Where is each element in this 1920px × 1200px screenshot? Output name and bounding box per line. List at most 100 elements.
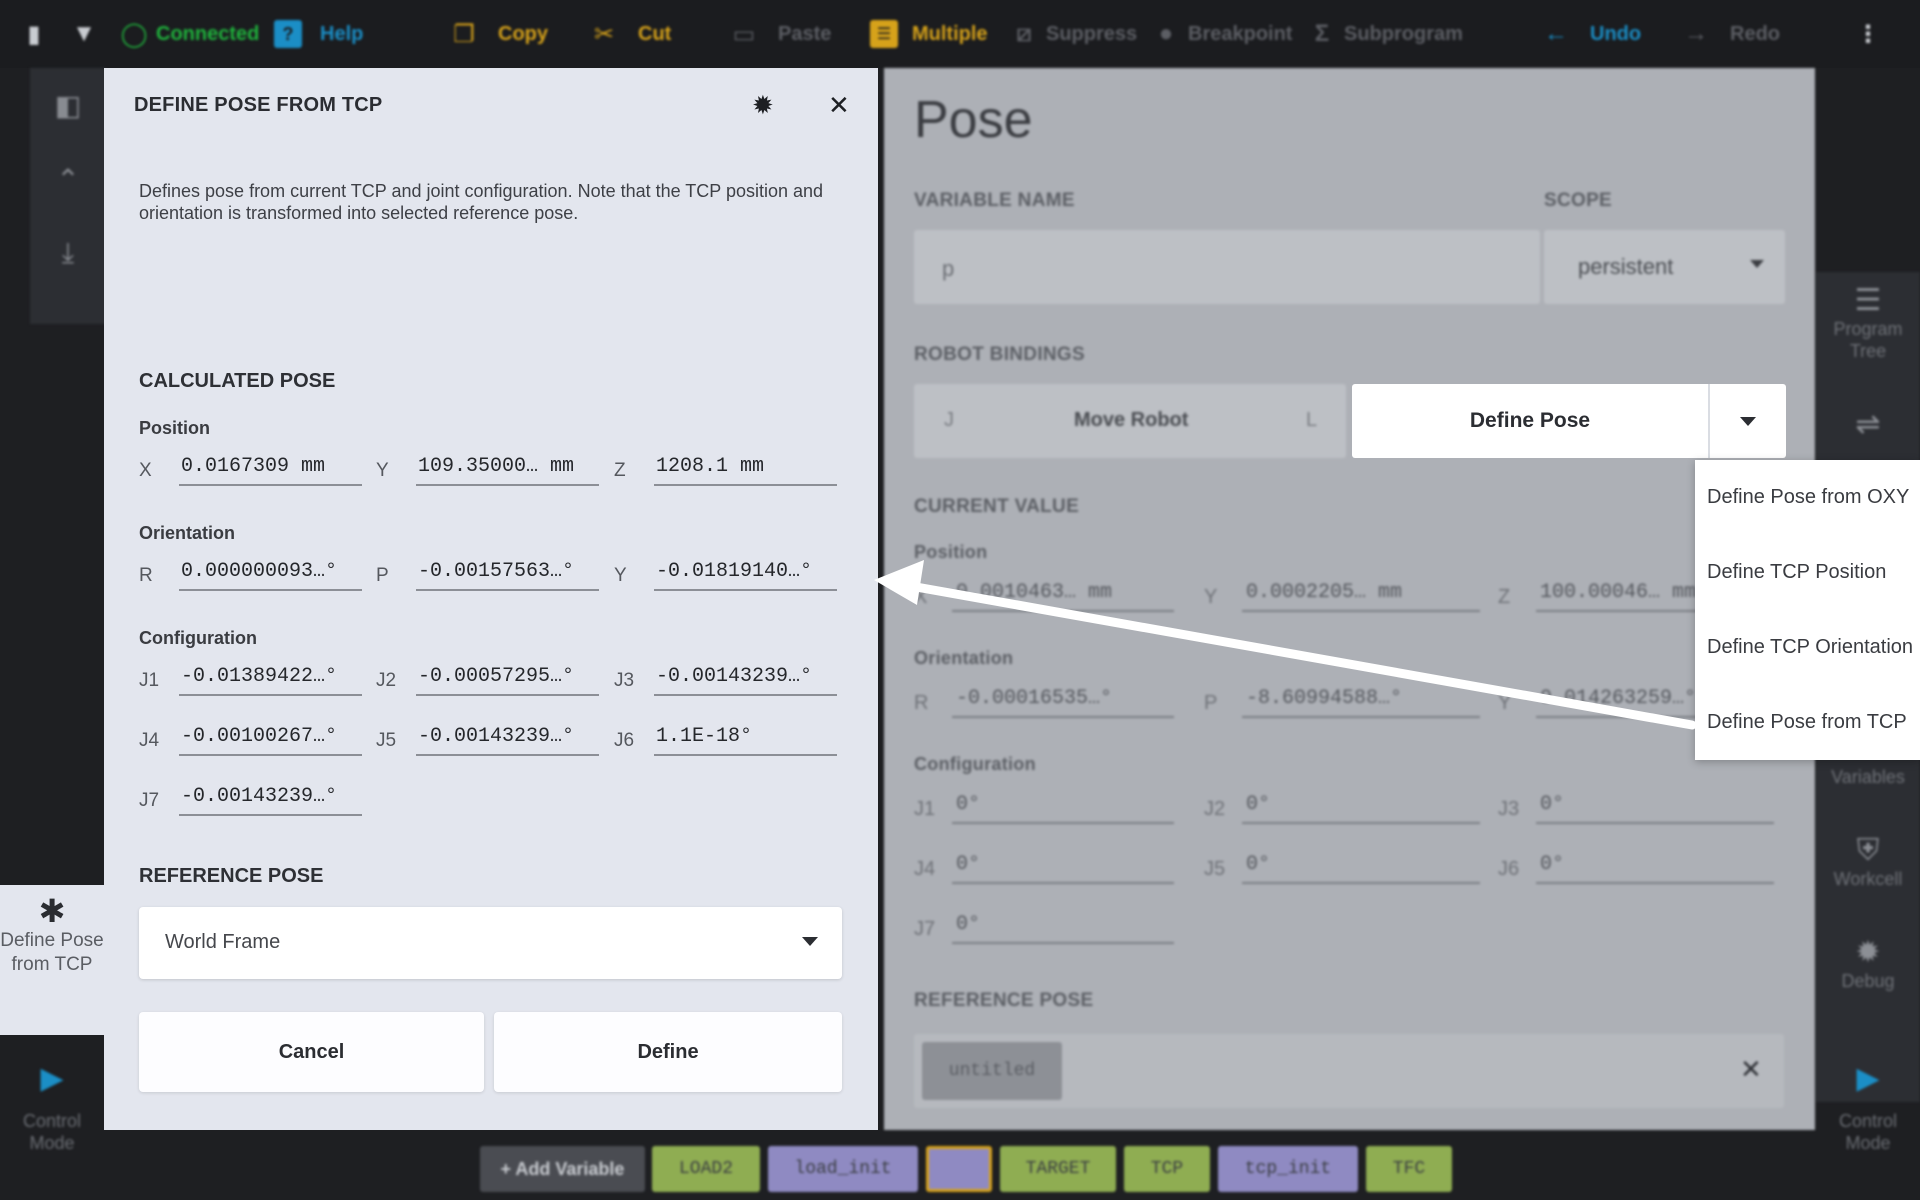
joint-j5-field[interactable]: -0.00143239…° (416, 722, 599, 756)
bg-position-x[interactable]: 0.0010463… mm (952, 578, 1174, 612)
axis-label: R (139, 565, 153, 586)
menu-item-define-pose-from-tcp[interactable]: Define Pose from TCP (1707, 711, 1907, 734)
help-button[interactable]: ? Help (274, 20, 363, 48)
caret-down-icon (802, 937, 818, 946)
subprogram-button[interactable]: Σ Subprogram (1308, 20, 1463, 48)
bg-joint-j3[interactable]: 0° (1536, 790, 1774, 824)
more-menu-button[interactable]: ⋮ (1854, 20, 1882, 48)
subprogram-label: Subprogram (1344, 22, 1463, 45)
joint-j1-field[interactable]: -0.01389422…° (179, 662, 362, 696)
undo-label: Undo (1590, 22, 1642, 45)
bg-joint-j4[interactable]: 0° (952, 850, 1174, 884)
menu-item-define-tcp-orientation[interactable]: Define TCP Orientation (1707, 636, 1913, 659)
orientation-p-field[interactable]: -0.00157563…° (416, 557, 599, 591)
add-variable-button[interactable]: + Add Variable (480, 1146, 645, 1192)
axis-label: X (139, 460, 152, 481)
scope-select[interactable]: persistent (1544, 230, 1785, 304)
pose-title: Pose (914, 91, 1033, 149)
orientation-r-field[interactable]: 0.000000093…° (179, 557, 362, 591)
axis-label: J1 (139, 670, 160, 691)
sigma-icon: Σ (1314, 20, 1330, 47)
define-pose-from-tcp-tab[interactable]: ✱ Define Pose from TCP (0, 885, 104, 1035)
cut-button[interactable]: ✂ Cut (590, 20, 671, 48)
bg-joint-j5[interactable]: 0° (1242, 850, 1480, 884)
download-icon[interactable]: ⤓ (62, 216, 74, 290)
orientation-y-field[interactable]: -0.01819140…° (654, 557, 837, 591)
position-y-field[interactable]: 109.35000… mm (416, 452, 599, 486)
joint-j6-field[interactable]: 1.1E-18° (654, 722, 837, 756)
menu-item-define-tcp-position[interactable]: Define TCP Position (1707, 561, 1886, 584)
bg-axis-label: P (1204, 692, 1218, 714)
multiple-icon: ☰ (870, 20, 898, 48)
joint-j2-field[interactable]: -0.00057295…° (416, 662, 599, 696)
menu-item-define-pose-from-oxy[interactable]: Define Pose from OXY (1707, 486, 1909, 509)
variable-chip[interactable]: TARGET (1000, 1146, 1116, 1192)
bg-axis-label: Z (1498, 586, 1511, 608)
undo-arrow-icon: ← (1544, 20, 1568, 47)
chevron-up-icon[interactable]: ⌃ (56, 142, 79, 216)
variable-name-input[interactable]: p (914, 230, 1540, 304)
position-z-field[interactable]: 1208.1 mm (654, 452, 837, 486)
cancel-button[interactable]: Cancel (139, 1012, 484, 1092)
bug-icon[interactable]: ✹ (752, 90, 774, 121)
variable-chip[interactable]: LOAD2 (652, 1146, 760, 1192)
connected-status[interactable]: ◯ Connected (120, 20, 260, 48)
redo-button[interactable]: → Redo (1682, 20, 1780, 48)
connections-tab[interactable]: ⇌ (1816, 408, 1920, 442)
reference-chip[interactable]: untitled (922, 1042, 1062, 1100)
reference-pose-select[interactable]: World Frame (139, 907, 842, 979)
shield-icon: ⛨ (1856, 834, 1880, 867)
bg-orientation-p[interactable]: -8.60994588…° (1242, 684, 1480, 718)
suppress-button[interactable]: ⧄ Suppress (1010, 20, 1137, 48)
position-x-field[interactable]: 0.0167309 mm (179, 452, 362, 486)
top-toolbar: ▮ ▼ ◯ Connected ? Help ❐ Copy ✂ Cut ▭ Pa… (0, 0, 1920, 68)
variable-chip[interactable]: TFC (1366, 1146, 1452, 1192)
bg-axis-label: J3 (1498, 798, 1520, 820)
axis-label: Y (376, 460, 389, 481)
close-icon[interactable]: ✕ (828, 90, 850, 121)
define-pose-menu: Define Pose from OXY Define TCP Position… (1695, 460, 1920, 760)
define-pose-dropdown-toggle[interactable] (1710, 384, 1786, 458)
workcell-tab[interactable]: ⛨ Workcell (1816, 834, 1920, 890)
copy-button[interactable]: ❐ Copy (450, 20, 548, 48)
bg-joint-j2[interactable]: 0° (1242, 790, 1480, 824)
variable-chip[interactable]: load_init (768, 1146, 918, 1192)
joint-j3-field[interactable]: -0.00143239…° (654, 662, 837, 696)
bg-joint-j1[interactable]: 0° (952, 790, 1174, 824)
robot-view-icon[interactable]: ◧ (55, 68, 81, 142)
debug-label: Debug (1841, 971, 1895, 991)
move-robot-button[interactable]: J Move Robot L (914, 384, 1346, 458)
program-tree-tab[interactable]: ☰ Program Tree (1816, 286, 1920, 362)
breakpoint-icon: ● (1158, 20, 1174, 47)
bg-orientation-r[interactable]: -0.00016535…° (952, 684, 1174, 718)
scope-value: persistent (1578, 254, 1674, 279)
axis-label: Z (614, 460, 626, 481)
bg-joint-j6[interactable]: 0° (1536, 850, 1774, 884)
position-label: Position (139, 418, 210, 438)
define-pose-button[interactable]: Define Pose (1352, 384, 1708, 458)
variable-chip-selected[interactable] (926, 1146, 992, 1192)
paste-button[interactable]: ▭ Paste (730, 20, 832, 48)
debug-tab[interactable]: ✹ Debug (1816, 938, 1920, 992)
variable-chip[interactable]: TCP (1124, 1146, 1210, 1192)
bg-reference-pose-field[interactable]: untitled ✕ (914, 1034, 1784, 1108)
connected-icon: ◯ (120, 20, 148, 48)
joint-j7-field[interactable]: -0.00143239…° (179, 782, 362, 816)
variables-bar: + Add Variable LOAD2 load_init TARGET TC… (0, 1130, 1920, 1200)
multiple-button[interactable]: ☰ Multiple (870, 20, 988, 48)
connected-label: Connected (156, 22, 260, 45)
paste-label: Paste (778, 22, 832, 45)
variable-chip[interactable]: tcp_init (1218, 1146, 1358, 1192)
connections-icon: ⇌ (1855, 408, 1881, 441)
pose-editor-panel: Pose VARIABLE NAME p SCOPE persistent RO… (884, 68, 1815, 1130)
bg-axis-label: J1 (914, 798, 936, 820)
bg-axis-label: X (914, 586, 928, 608)
clear-icon[interactable]: ✕ (1740, 1054, 1762, 1085)
undo-button[interactable]: ← Undo (1542, 20, 1641, 48)
joint-j4-field[interactable]: -0.00100267…° (179, 722, 362, 756)
breakpoint-button[interactable]: ● Breakpoint (1152, 20, 1293, 48)
define-pose-dialog: DEFINE POSE FROM TCP ✹ ✕ Defines pose fr… (104, 68, 878, 1130)
define-button[interactable]: Define (494, 1012, 842, 1092)
bg-joint-j7[interactable]: 0° (952, 910, 1174, 944)
bg-position-y[interactable]: 0.0002205… mm (1242, 578, 1480, 612)
